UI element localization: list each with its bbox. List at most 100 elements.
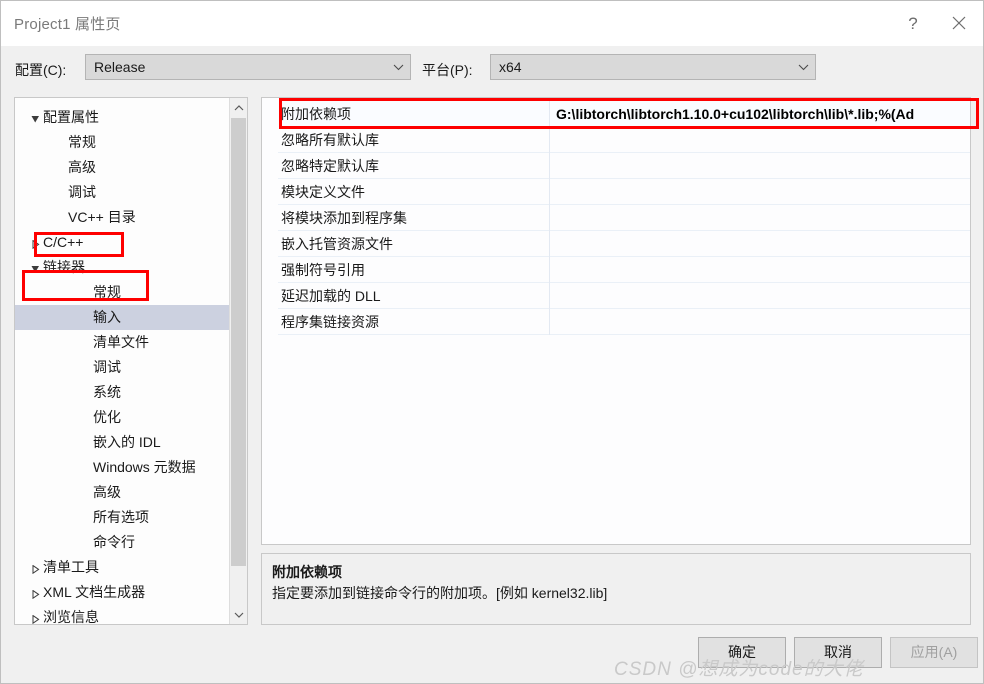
sidebar-item-13[interactable]: 嵌入的 IDL [15, 430, 229, 455]
window-title: Project1 属性页 [14, 16, 121, 33]
sidebar-item-7[interactable]: 常规 [15, 280, 229, 305]
chevron-down-icon [791, 64, 815, 71]
property-pages-dialog: Project1 属性页 ? 配置(C): Release 平台(P): x64… [0, 0, 984, 684]
property-row[interactable]: 嵌入托管资源文件 [278, 231, 970, 257]
sidebar-item-label: 清单文件 [93, 334, 149, 350]
configuration-label: 配置(C): [15, 62, 67, 78]
property-name: 延迟加载的 DLL [281, 288, 381, 304]
sidebar-item-16[interactable]: 所有选项 [15, 505, 229, 530]
property-tree[interactable]: 配置属性 常规 高级 调试 VC++ 目录 C/C++ 链接器 常规 输入 清单文件 调试 系统 优化嵌… [14, 97, 248, 625]
chevron-down-icon[interactable] [230, 606, 247, 624]
sidebar-item-12[interactable]: 优化 [15, 405, 229, 430]
sidebar-item-15[interactable]: 高级 [15, 480, 229, 505]
configuration-toolbar: 配置(C): Release 平台(P): x64 配置管理器(O)... [1, 46, 983, 130]
column-divider [549, 205, 550, 231]
help-icon[interactable]: ? [890, 1, 936, 45]
property-row[interactable]: 附加依赖项 G:\libtorch\libtorch1.10.0+cu102\li… [278, 101, 970, 127]
column-divider [549, 283, 550, 309]
property-row[interactable]: 延迟加载的 DLL [278, 283, 970, 309]
sidebar-item-3[interactable]: 调试 [15, 180, 229, 205]
sidebar-item-label: 调试 [68, 184, 96, 200]
description-panel: 附加依赖项 指定要添加到链接命令行的附加项。[例如 kernel32.lib] [261, 553, 971, 625]
sidebar-item-0[interactable]: 配置属性 [15, 105, 229, 130]
platform-value: x64 [499, 59, 522, 75]
sidebar-item-5[interactable]: C/C++ [15, 230, 229, 255]
configuration-dropdown[interactable]: Release [85, 54, 411, 80]
sidebar-item-6[interactable]: 链接器 [15, 255, 229, 280]
sidebar-item-10[interactable]: 调试 [15, 355, 229, 380]
sidebar-item-label: C/C++ [43, 234, 84, 250]
property-name: 强制符号引用 [281, 262, 365, 278]
property-row[interactable]: 忽略特定默认库 [278, 153, 970, 179]
property-name: 忽略所有默认库 [281, 132, 379, 148]
triangle-down-icon[interactable] [27, 257, 43, 282]
sidebar-item-label: 高级 [68, 159, 96, 175]
sidebar-item-9[interactable]: 清单文件 [15, 330, 229, 355]
configuration-value: Release [94, 59, 146, 75]
sidebar-item-4[interactable]: VC++ 目录 [15, 205, 229, 230]
column-divider [549, 231, 550, 257]
close-icon[interactable] [936, 1, 982, 45]
triangle-right-icon[interactable] [27, 607, 43, 624]
column-divider [549, 101, 550, 127]
sidebar-item-label: 清单工具 [43, 559, 99, 575]
property-name: 附加依赖项 [281, 106, 351, 122]
sidebar-item-label: 配置属性 [43, 109, 99, 125]
column-divider [549, 127, 550, 153]
sidebar-item-20[interactable]: 浏览信息 [15, 605, 229, 625]
sidebar-item-label: 链接器 [43, 259, 85, 275]
sidebar-item-label: 常规 [93, 284, 121, 300]
property-name: 模块定义文件 [281, 184, 365, 200]
property-name: 将模块添加到程序集 [281, 210, 407, 226]
cancel-button[interactable]: 取消 [794, 637, 882, 668]
ok-button[interactable]: 确定 [698, 637, 786, 668]
triangle-down-icon[interactable] [27, 107, 43, 132]
property-row[interactable]: 忽略所有默认库 [278, 127, 970, 153]
property-name: 嵌入托管资源文件 [281, 236, 393, 252]
description-title: 附加依赖项 [272, 564, 342, 580]
sidebar-item-label: 调试 [93, 359, 121, 375]
sidebar-item-label: Windows 元数据 [93, 459, 196, 475]
sidebar-item-1[interactable]: 常规 [15, 130, 229, 155]
chevron-up-icon[interactable] [230, 98, 247, 116]
sidebar-item-11[interactable]: 系统 [15, 380, 229, 405]
sidebar-item-19[interactable]: XML 文档生成器 [15, 580, 229, 605]
property-row[interactable]: 将模块添加到程序集 [278, 205, 970, 231]
platform-label: 平台(P): [422, 62, 473, 78]
title-bar: Project1 属性页 ? [1, 1, 983, 46]
sidebar-item-label: 浏览信息 [43, 609, 99, 625]
column-divider [549, 179, 550, 205]
column-divider [549, 309, 550, 335]
description-text: 指定要添加到链接命令行的附加项。[例如 kernel32.lib] [272, 585, 608, 601]
sidebar-item-label: 优化 [93, 409, 121, 425]
tree-scrollbar-thumb[interactable] [231, 118, 246, 566]
sidebar-item-label: 高级 [93, 484, 121, 500]
triangle-right-icon[interactable] [27, 557, 43, 582]
property-grid[interactable]: 附加依赖项 G:\libtorch\libtorch1.10.0+cu102\li… [261, 97, 971, 545]
property-name: 忽略特定默认库 [281, 158, 379, 174]
sidebar-item-label: XML 文档生成器 [43, 584, 146, 600]
column-divider [549, 153, 550, 179]
property-row[interactable]: 程序集链接资源 [278, 309, 970, 335]
sidebar-item-label: 嵌入的 IDL [93, 434, 161, 450]
tree-scrollbar[interactable] [229, 98, 247, 624]
chevron-down-icon [386, 64, 410, 71]
property-grid-rows: 附加依赖项 G:\libtorch\libtorch1.10.0+cu102\li… [278, 101, 970, 335]
triangle-right-icon[interactable] [27, 582, 43, 607]
sidebar-item-label: 输入 [93, 309, 121, 325]
sidebar-item-label: 系统 [93, 384, 121, 400]
sidebar-item-17[interactable]: 命令行 [15, 530, 229, 555]
sidebar-item-label: 命令行 [93, 534, 135, 550]
sidebar-item-label: 所有选项 [93, 509, 149, 525]
sidebar-item-18[interactable]: 清单工具 [15, 555, 229, 580]
sidebar-item-2[interactable]: 高级 [15, 155, 229, 180]
property-value[interactable]: G:\libtorch\libtorch1.10.0+cu102\libtorc… [556, 101, 970, 127]
property-row[interactable]: 模块定义文件 [278, 179, 970, 205]
sidebar-item-label: VC++ 目录 [68, 209, 136, 225]
sidebar-item-14[interactable]: Windows 元数据 [15, 455, 229, 480]
sidebar-item-8[interactable]: 输入 [15, 305, 247, 330]
column-divider [549, 257, 550, 283]
platform-dropdown[interactable]: x64 [490, 54, 816, 80]
property-row[interactable]: 强制符号引用 [278, 257, 970, 283]
triangle-right-icon[interactable] [27, 232, 43, 257]
